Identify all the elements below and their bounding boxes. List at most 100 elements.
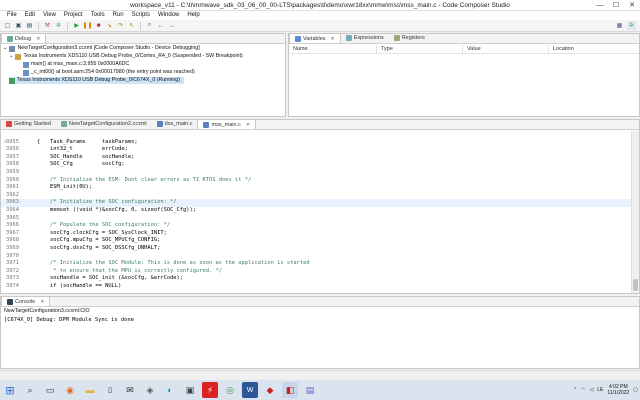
step-into-icon[interactable]: ↘ xyxy=(105,21,114,30)
code-line: 3968 socCfg.mpuCfg = SOC_MPUCfg_CONFIG; xyxy=(6,237,161,244)
tab-getting-started[interactable]: Getting Started xyxy=(1,119,56,129)
column-value[interactable]: Value xyxy=(467,46,481,52)
close-button[interactable]: ✕ xyxy=(624,0,640,11)
edge-icon[interactable]: ◐ xyxy=(162,382,178,398)
tree-item-stack-frame-main[interactable]: main() at mss_main.c:3,955 0x0000A6DC xyxy=(23,61,129,68)
store-icon[interactable]: ▣ xyxy=(182,382,198,398)
menu-file[interactable]: File xyxy=(3,11,21,20)
notification-icon[interactable]: ▢ xyxy=(633,387,638,393)
menu-view[interactable]: View xyxy=(39,11,60,20)
stack-frame-icon xyxy=(23,69,29,76)
tab-expressions[interactable]: Expressions xyxy=(341,33,389,43)
search-icon[interactable]: ⌕ xyxy=(22,382,38,398)
menu-edit[interactable]: Edit xyxy=(21,11,39,20)
tab-registers[interactable]: Registers xyxy=(389,33,430,43)
column-divider[interactable] xyxy=(462,45,463,54)
main-toolbar: ▢ ▣ ▤ ⚒ ✲ ▶ ❚❚ ■ ↘ ↷ ↖ ⌕ ← → ▦ ✲ xyxy=(0,20,640,32)
console-output[interactable]: [C674X_0] Debug: DPM Module Sync is done xyxy=(1,316,639,324)
tab-debug[interactable]: Debug ✕ xyxy=(1,33,47,44)
debug-tabbar: Debug ✕ xyxy=(1,33,285,44)
task-view-icon[interactable]: ▭ xyxy=(42,382,58,398)
tray-language[interactable]: LE xyxy=(597,387,603,393)
column-divider[interactable] xyxy=(548,45,549,54)
scrollbar-thumb[interactable] xyxy=(633,279,638,291)
acrobat-icon[interactable]: ⚡ xyxy=(202,382,218,398)
terminal-icon[interactable]: ▯ xyxy=(102,382,118,398)
tab-variables[interactable]: Variables ✕ xyxy=(289,33,341,43)
tab-console[interactable]: Console ✕ xyxy=(1,296,51,307)
build-icon[interactable]: ⚒ xyxy=(43,21,52,30)
debug-perspective-icon[interactable]: ✲ xyxy=(627,21,636,30)
tree-item-target-config[interactable]: ⌄ NewTargetConfiguration3.ccxml [Code Co… xyxy=(3,45,200,52)
save-all-icon[interactable]: ▤ xyxy=(25,21,34,30)
code-line: 3969 socCfg.dssCfg = SOC_DSSCfg_UNHALT; xyxy=(6,245,161,251)
windows-taskbar: ⊞ ⌕ ▭ ◉ ▬ ▯ ✉ ◈ ◐ ▣ ⚡ ◎ W ◆ ◧ ▤ ⌃ ◠ ◁ LE… xyxy=(0,380,640,400)
console-view: Console ✕ NewTargetConfiguration3.ccxml:… xyxy=(0,296,640,369)
menu-window[interactable]: Window xyxy=(154,11,183,20)
code-line: 3966 /* Populate the SOC configuration: … xyxy=(6,222,171,229)
terminate-icon[interactable]: ■ xyxy=(94,21,103,30)
tree-item-c674x[interactable]: Texas Instruments XDS110 USB Debug Probe… xyxy=(9,77,185,84)
debug-icon[interactable]: ✲ xyxy=(54,21,63,30)
column-divider[interactable] xyxy=(376,45,377,54)
menu-project[interactable]: Project xyxy=(60,11,87,20)
step-over-icon[interactable]: ↷ xyxy=(116,21,125,30)
firefox-icon[interactable]: ◉ xyxy=(62,382,78,398)
search-icon[interactable]: ⌕ xyxy=(145,21,154,30)
code-composer-icon[interactable]: ◧ xyxy=(282,382,298,398)
ccxml-file-icon xyxy=(61,121,67,127)
console-subtitle: NewTargetConfiguration3.ccxml:CIO xyxy=(4,308,90,314)
edit-perspective-icon[interactable]: ▦ xyxy=(615,21,624,30)
tab-registers-label: Registers xyxy=(401,35,425,41)
chrome-icon[interactable]: ◎ xyxy=(222,382,238,398)
menu-run[interactable]: Run xyxy=(109,11,128,20)
variables-tabbar: Variables ✕ Expressions Registers xyxy=(289,33,639,44)
code-editor[interactable]: »{ 3955 Task_Params taskParams; 3956 int… xyxy=(1,131,631,293)
clock[interactable]: 4:02 PM 11/1/2022 xyxy=(607,384,629,396)
menu-tools[interactable]: Tools xyxy=(87,11,109,20)
stack-frame-icon xyxy=(23,61,29,68)
code-line: 3964 memset ((void *)&socCfg, 0, sizeof(… xyxy=(6,207,197,213)
tab-dss-main[interactable]: dss_main.c xyxy=(152,119,198,129)
code-line: »{ xyxy=(4,138,41,145)
tab-mss-main[interactable]: mss_main.c ✕ xyxy=(197,119,257,130)
column-type[interactable]: Type xyxy=(381,46,393,52)
close-icon[interactable]: ✕ xyxy=(40,297,44,307)
save-icon[interactable]: ▣ xyxy=(14,21,23,30)
menu-scripts[interactable]: Scripts xyxy=(128,11,154,20)
editor-vertical-scrollbar[interactable] xyxy=(631,131,639,293)
red-cube-icon[interactable]: ◆ xyxy=(262,382,278,398)
cube-app-icon[interactable]: ◈ xyxy=(142,382,158,398)
tab-newtargetconfiguration2[interactable]: NewTargetConfiguration2.ccxml xyxy=(56,119,152,129)
tree-item-label: NewTargetConfiguration3.ccxml [Code Comp… xyxy=(17,45,200,51)
network-icon[interactable]: ◠ xyxy=(581,387,585,393)
getting-started-icon xyxy=(6,121,12,127)
close-icon[interactable]: ✕ xyxy=(246,120,250,130)
column-name[interactable]: Name xyxy=(293,46,308,52)
back-icon[interactable]: ← xyxy=(156,21,165,30)
maximize-button[interactable]: ☐ xyxy=(608,0,624,11)
volume-icon[interactable]: ◁ xyxy=(589,387,593,393)
forward-icon[interactable]: → xyxy=(167,21,176,30)
new-icon[interactable]: ▢ xyxy=(3,21,12,30)
suspend-icon[interactable]: ❚❚ xyxy=(82,21,92,30)
menu-help[interactable]: Help xyxy=(183,11,203,20)
expand-chevron-icon[interactable]: ⌄ xyxy=(3,45,7,52)
tree-item-stack-frame-c-int00[interactable]: _c_int00() at boot.asm:254 0x00017980 (t… xyxy=(23,69,195,76)
teams-icon[interactable]: ▤ xyxy=(302,382,318,398)
column-location[interactable]: Location xyxy=(553,46,574,52)
tab-label: dss_main.c xyxy=(164,121,193,127)
mail-icon[interactable]: ✉ xyxy=(122,382,138,398)
tree-item-cortex-r4[interactable]: ⌄ Texas Instruments XDS110 USB Debug Pro… xyxy=(9,53,243,60)
windows-start-icon[interactable]: ⊞ xyxy=(2,382,18,398)
chevron-up-icon[interactable]: ⌃ xyxy=(573,387,577,393)
resume-icon[interactable]: ▶ xyxy=(72,21,81,30)
file-explorer-icon[interactable]: ▬ xyxy=(82,382,98,398)
expand-chevron-icon[interactable]: ⌄ xyxy=(9,53,13,60)
step-return-icon[interactable]: ↖ xyxy=(127,21,136,30)
close-icon[interactable]: ✕ xyxy=(36,34,40,44)
close-icon[interactable]: ✕ xyxy=(331,34,335,44)
minimize-button[interactable]: — xyxy=(592,0,608,11)
c-file-icon xyxy=(156,121,163,127)
word-icon[interactable]: W xyxy=(242,382,258,398)
